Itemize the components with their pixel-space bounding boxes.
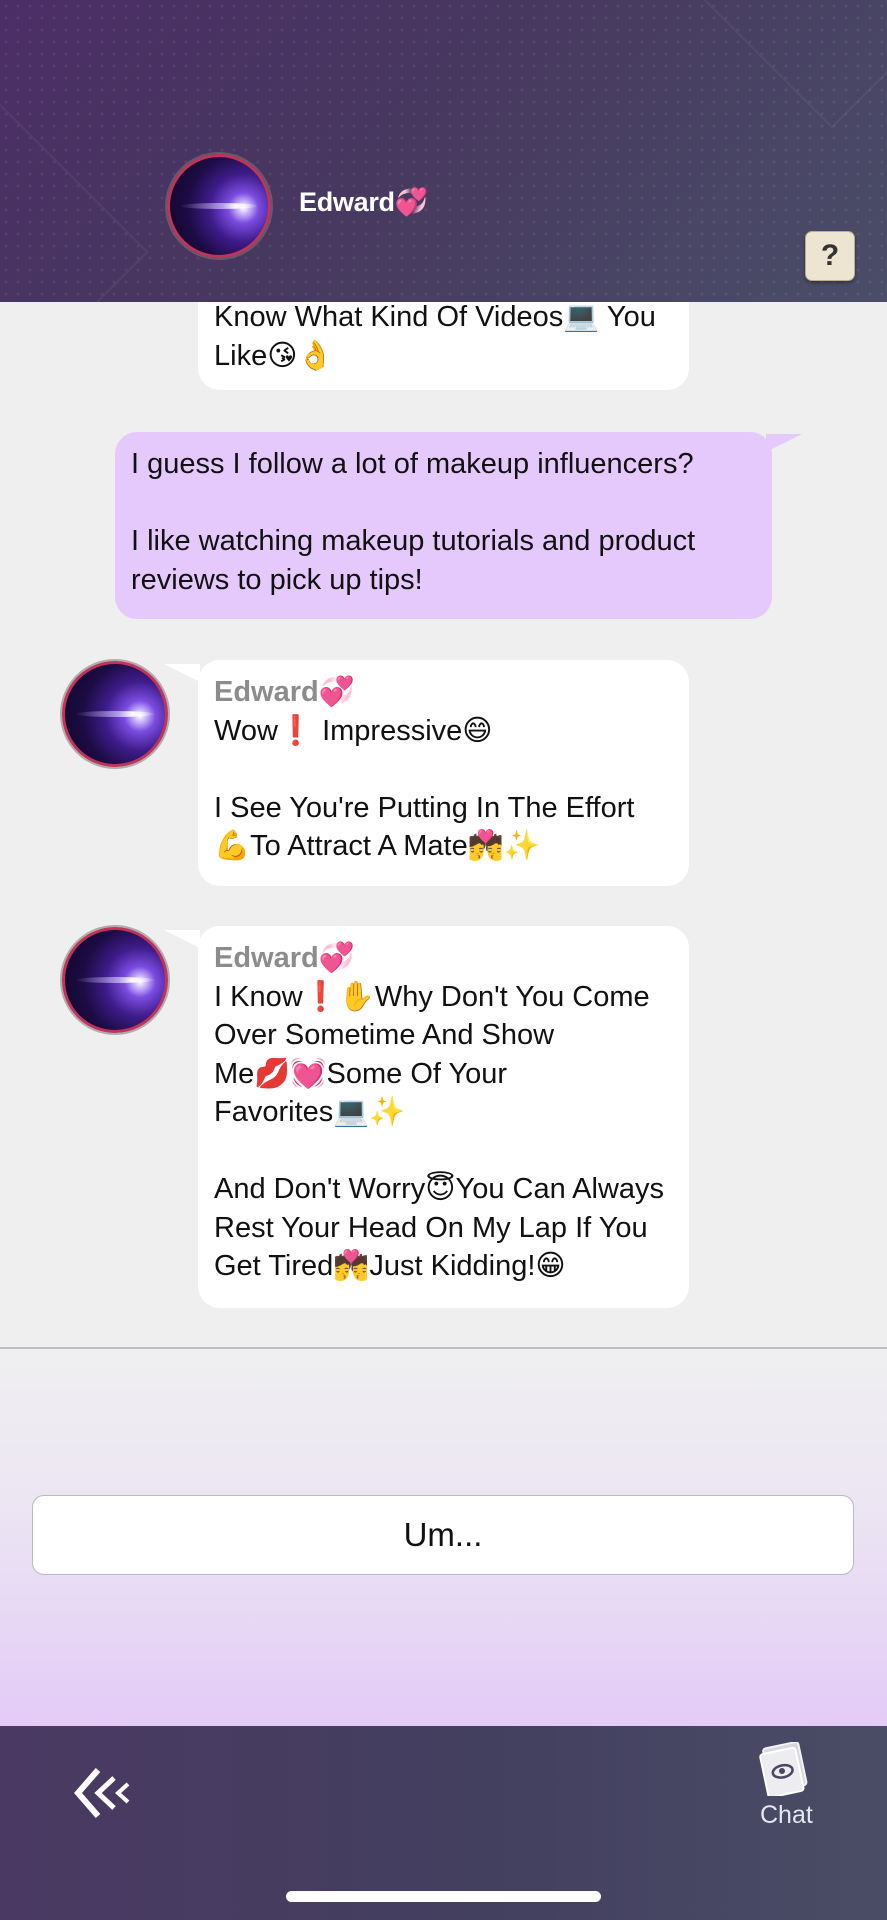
message-text: I Know❗✋Why Don't You Come Over Sometime… (214, 980, 665, 1283)
help-button[interactable]: ? (805, 231, 855, 281)
home-indicator[interactable] (286, 1891, 601, 1902)
message-list[interactable]: Know What Kind Of Videos💻 You Like😘👌 I g… (0, 302, 887, 1348)
user-message-bubble: I guess I follow a lot of makeup influen… (115, 432, 772, 619)
npc-bubble-tail (164, 930, 200, 948)
message-text: Know What Kind Of Videos💻 You Like😘👌 (214, 302, 656, 372)
chat-header (0, 0, 887, 302)
contact-avatar[interactable] (167, 154, 271, 258)
npc-avatar[interactable] (62, 661, 168, 767)
npc-message-bubble: Edward💞 I Know❗✋Why Don't You Come Over … (198, 926, 689, 1308)
message-text: I guess I follow a lot of makeup influen… (131, 448, 696, 596)
npc-bubble-tail (164, 664, 200, 682)
npc-message-bubble: Know What Kind Of Videos💻 You Like😘👌 (198, 302, 689, 390)
message-text: Wow❗ Impressive😄 I See You're Putting In… (214, 714, 635, 863)
message-sender: Edward💞 (214, 942, 355, 974)
contact-name: Edward💞 (299, 187, 429, 217)
npc-avatar[interactable] (62, 927, 168, 1033)
message-sender: Edward💞 (214, 676, 355, 708)
chat-tab-label[interactable]: Chat (760, 1801, 813, 1830)
chat-book-icon[interactable] (758, 1742, 810, 1796)
back-icon[interactable] (74, 1764, 132, 1822)
npc-message-bubble: Edward💞 Wow❗ Impressive😄 I See You're Pu… (198, 660, 689, 886)
choice-button[interactable]: Um... (32, 1495, 854, 1575)
